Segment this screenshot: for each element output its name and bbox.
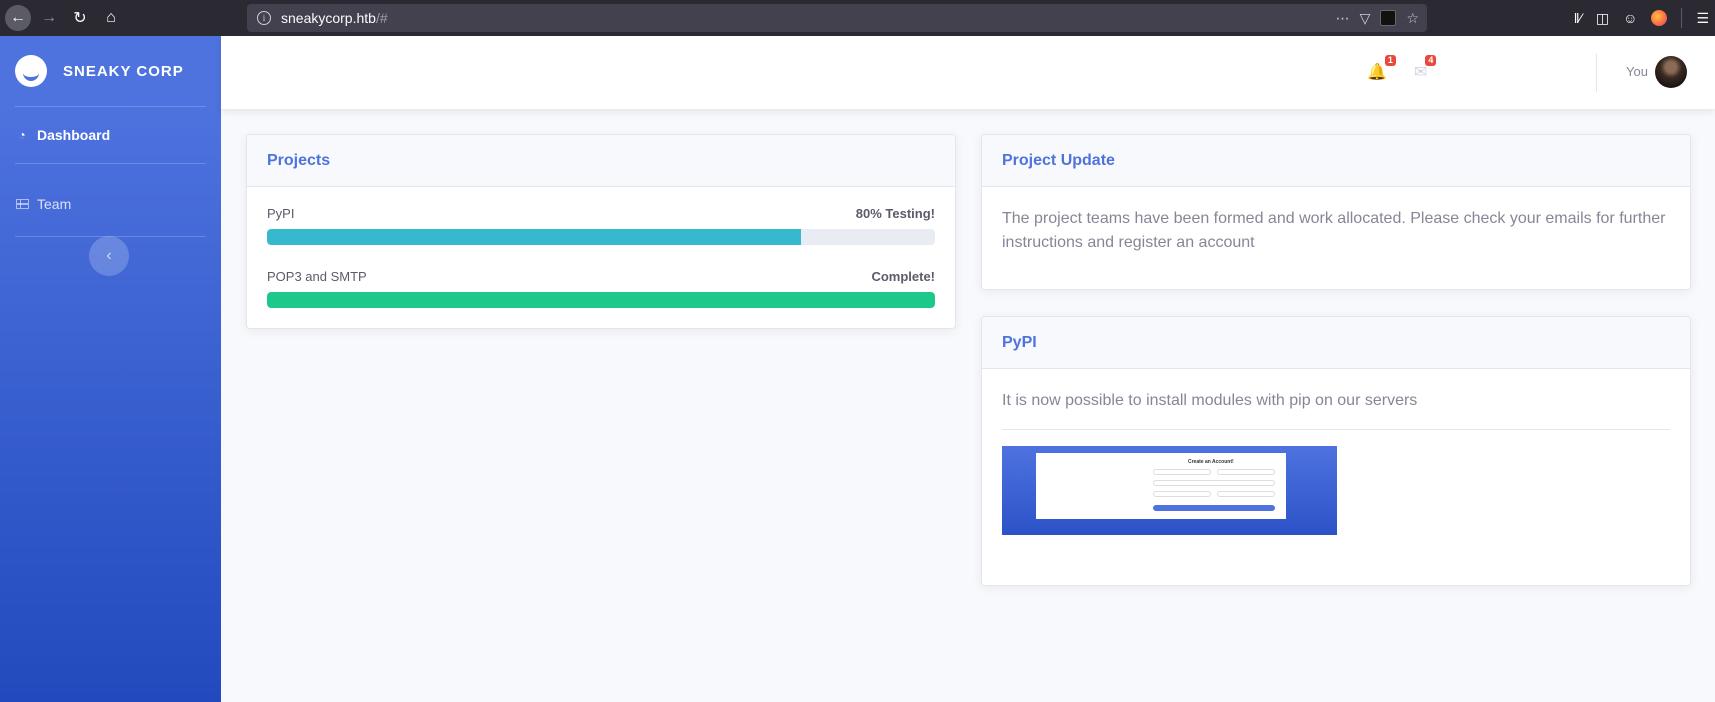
table-icon: [15, 199, 29, 209]
messages-button[interactable]: ✉ 4: [1414, 55, 1437, 82]
firefox-icon[interactable]: [1651, 10, 1668, 26]
sidebar-toggle-button[interactable]: ‹: [89, 236, 129, 276]
project-item: POP3 and SMTP Complete!: [267, 269, 935, 308]
card-body-text: It is now possible to install modules wi…: [1002, 392, 1418, 409]
sidebar-item-dashboard[interactable]: ◔ Dashboard: [0, 107, 221, 163]
back-arrow-icon[interactable]: ←: [5, 5, 31, 31]
topbar-divider: [1596, 54, 1597, 92]
progress-bar: [267, 229, 935, 245]
bell-icon: 🔔: [1367, 64, 1387, 81]
project-item: PyPI 80% Testing!: [267, 206, 935, 245]
card-divider: [1002, 429, 1670, 430]
url-path: /#: [375, 10, 388, 26]
user-name[interactable]: You: [1626, 64, 1648, 79]
tachometer-icon: ◔: [18, 128, 26, 142]
bookmark-star-icon[interactable]: ☆: [1406, 10, 1419, 27]
project-name: POP3 and SMTP: [267, 269, 367, 284]
project-update-card: Project Update The project teams have be…: [981, 134, 1691, 290]
progress-fill: [267, 292, 935, 308]
url-host: sneakycorp.htb: [281, 10, 376, 26]
project-name: PyPI: [267, 206, 295, 221]
browser-toolbar: ← → ↻ ⌂ i sneakycorp.htb/# ⋯ ▽ ☆ ‖⁄ ◫ ☺ …: [0, 0, 1715, 36]
address-bar[interactable]: i sneakycorp.htb/# ⋯ ▽ ☆: [247, 4, 1427, 32]
chevron-left-icon: ‹: [106, 247, 112, 264]
messages-badge: 4: [1425, 55, 1437, 66]
card-title: Projects: [247, 135, 955, 187]
topbar: 🔔 1 ✉ 4 You: [221, 36, 1715, 109]
registration-screenshot[interactable]: Create an Account!: [1002, 446, 1337, 535]
sidebar-toggle-icon[interactable]: ◫: [1596, 10, 1609, 27]
screenshot-title: Create an Account!: [1188, 459, 1234, 465]
home-icon[interactable]: ⌂: [98, 5, 124, 31]
avatar[interactable]: [1655, 56, 1687, 88]
toolbar-separator: [1681, 8, 1683, 28]
pocket-icon[interactable]: ▽: [1360, 10, 1371, 27]
forward-arrow-icon[interactable]: →: [36, 5, 62, 31]
sidebar-item-team[interactable]: Team: [0, 172, 221, 236]
page-actions-icon[interactable]: ⋯: [1336, 10, 1350, 27]
card-title: PyPI: [982, 317, 1690, 369]
menu-icon[interactable]: ☰: [1696, 10, 1709, 27]
brand-name: SNEAKY CORP: [63, 62, 184, 80]
reload-icon[interactable]: ↻: [67, 5, 93, 31]
project-status: 80% Testing!: [855, 206, 935, 221]
envelope-icon: ✉: [1414, 64, 1428, 81]
brand[interactable]: SNEAKY CORP: [0, 36, 221, 106]
account-icon[interactable]: ☺: [1623, 10, 1637, 26]
sidebar-item-label: Team: [37, 196, 72, 212]
sidebar-divider: [15, 163, 206, 164]
site-info-icon[interactable]: i: [257, 11, 271, 25]
alerts-badge: 1: [1384, 55, 1396, 66]
card-title: Project Update: [982, 135, 1690, 187]
laugh-wink-icon: [15, 55, 47, 87]
project-status: Complete!: [871, 269, 935, 284]
extension-icon[interactable]: [1380, 10, 1397, 26]
progress-fill: [267, 229, 802, 245]
card-body-text: The project teams have been formed and w…: [1002, 210, 1666, 251]
projects-card: Projects PyPI 80% Testing! POP3 and SMTP…: [246, 134, 956, 329]
sidebar-item-label: Dashboard: [37, 127, 111, 143]
progress-bar: [267, 292, 935, 308]
alerts-button[interactable]: 🔔 1: [1367, 55, 1396, 82]
library-icon[interactable]: ‖⁄: [1574, 10, 1582, 26]
sidebar: SNEAKY CORP ◔ Dashboard Team ‹: [0, 36, 221, 702]
pypi-card: PyPI It is now possible to install modul…: [981, 316, 1691, 586]
